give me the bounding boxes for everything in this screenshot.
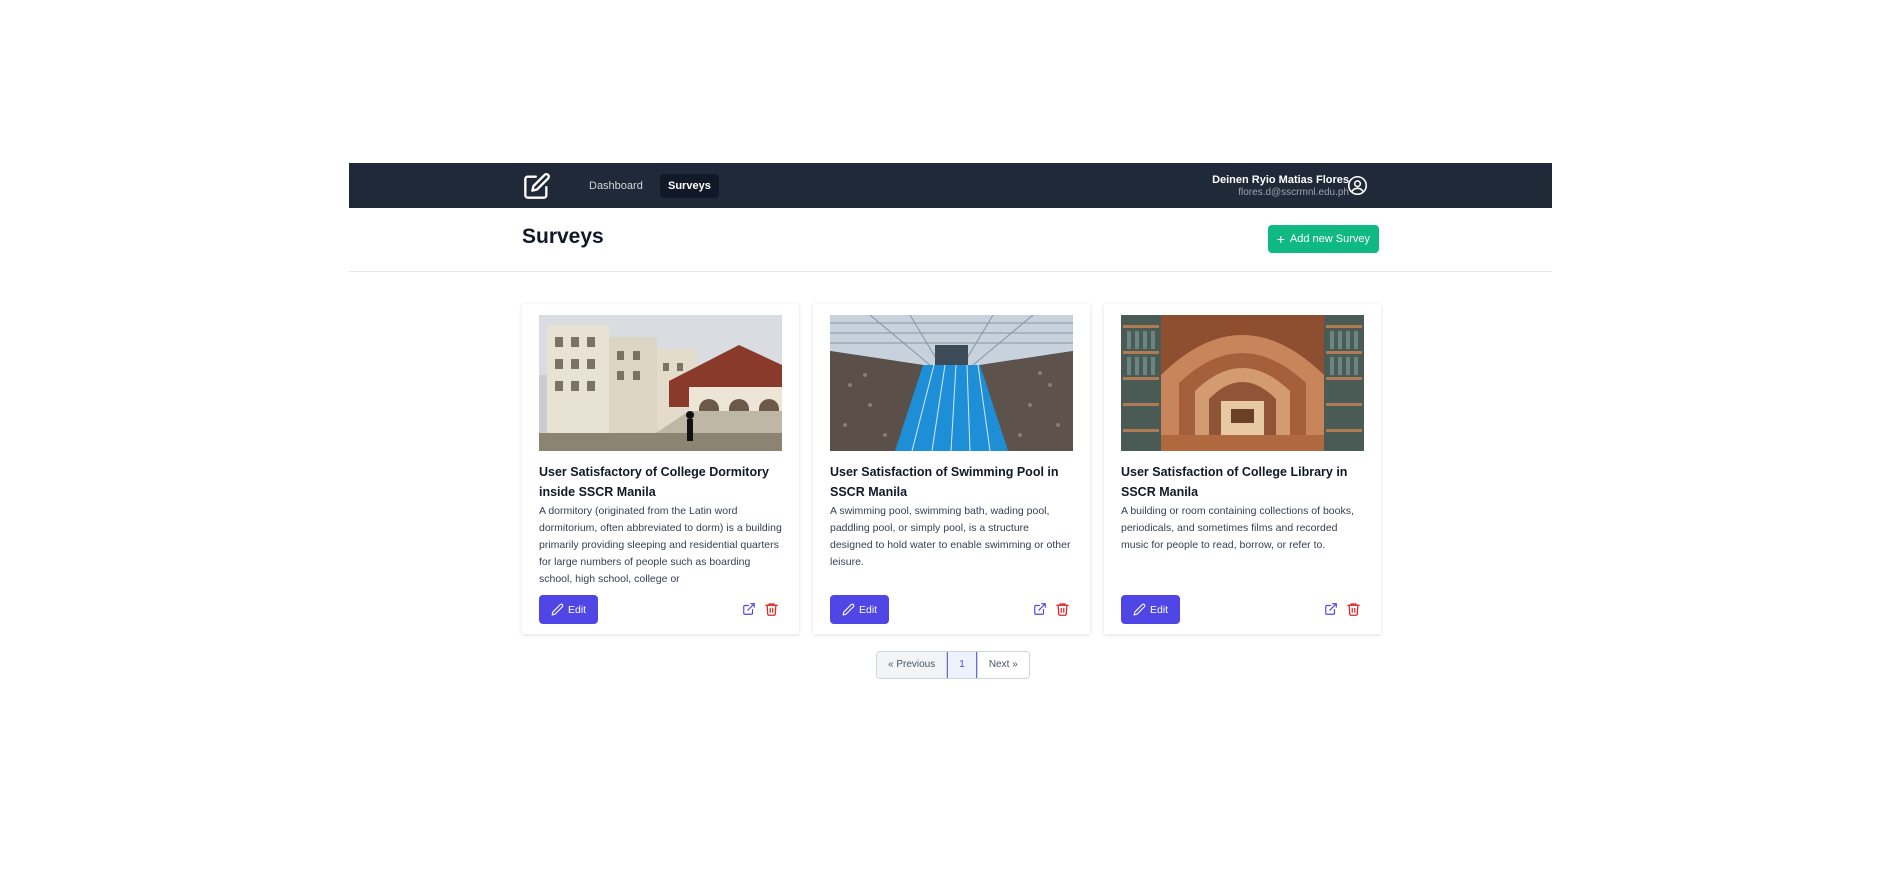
add-new-survey-button[interactable]: + Add new Survey	[1267, 225, 1379, 253]
page-title: Surveys	[522, 225, 604, 248]
survey-description: A dormitory (originated from the Latin w…	[539, 505, 782, 585]
survey-title: User Satisfactory of College Dormitory i…	[539, 465, 769, 499]
page-number-button[interactable]: 1	[947, 652, 977, 678]
survey-description: A swimming pool, swimming bath, wading p…	[830, 505, 1071, 568]
user-email: flores.d@sscrmnl.edu.ph	[1238, 187, 1349, 198]
external-link-icon[interactable]	[742, 602, 756, 616]
swimming-pool-image	[830, 315, 1073, 451]
user-avatar-icon[interactable]	[1347, 175, 1368, 196]
card-actions: Edit	[539, 595, 782, 624]
card-actions: Edit	[1121, 595, 1364, 624]
edit-logo-icon[interactable]	[523, 172, 551, 200]
edit-label: Edit	[859, 603, 878, 616]
pencil-icon	[551, 603, 564, 616]
dormitory-building-image	[539, 315, 782, 451]
edit-label: Edit	[568, 603, 587, 616]
edit-button[interactable]: Edit	[830, 595, 890, 624]
app-container: Dashboard Surveys Deinen Ryio Matias Flo…	[349, 163, 1552, 723]
edit-button[interactable]: Edit	[1121, 595, 1181, 624]
survey-card: User Satisfactory of College Dormitory i…	[522, 304, 799, 634]
pagination: « Previous 1 Next »	[876, 651, 1030, 679]
previous-page-button[interactable]: « Previous	[877, 652, 948, 678]
top-navbar: Dashboard Surveys Deinen Ryio Matias Flo…	[349, 163, 1552, 208]
survey-card: User Satisfaction of Swimming Pool in SS…	[813, 304, 1090, 634]
edit-button[interactable]: Edit	[539, 595, 599, 624]
survey-title: User Satisfaction of College Library in …	[1121, 465, 1348, 499]
user-name: Deinen Ryio Matias Flores	[1212, 174, 1349, 186]
external-link-icon[interactable]	[1033, 602, 1047, 616]
trash-icon[interactable]	[1055, 601, 1070, 617]
page-header: Surveys + Add new Survey	[349, 208, 1552, 272]
add-survey-label: Add new Survey	[1289, 233, 1370, 245]
plus-icon: +	[1276, 231, 1285, 247]
survey-description: A building or room containing collection…	[1121, 505, 1354, 551]
survey-title: User Satisfaction of Swimming Pool in SS…	[830, 465, 1059, 499]
external-link-icon[interactable]	[1324, 602, 1338, 616]
nav-link-surveys[interactable]: Surveys	[660, 174, 719, 198]
survey-card: User Satisfaction of College Library in …	[1104, 304, 1381, 634]
library-interior-image	[1121, 315, 1364, 451]
user-info: Deinen Ryio Matias Flores flores.d@sscrm…	[1212, 174, 1349, 199]
card-actions: Edit	[830, 595, 1073, 624]
pencil-icon	[842, 603, 855, 616]
pencil-icon	[1133, 603, 1146, 616]
next-page-button[interactable]: Next »	[976, 652, 1029, 678]
trash-icon[interactable]	[764, 601, 779, 617]
edit-label: Edit	[1150, 603, 1169, 616]
survey-card-list: User Satisfactory of College Dormitory i…	[522, 304, 1381, 634]
nav-link-dashboard[interactable]: Dashboard	[581, 174, 651, 198]
trash-icon[interactable]	[1346, 601, 1361, 617]
